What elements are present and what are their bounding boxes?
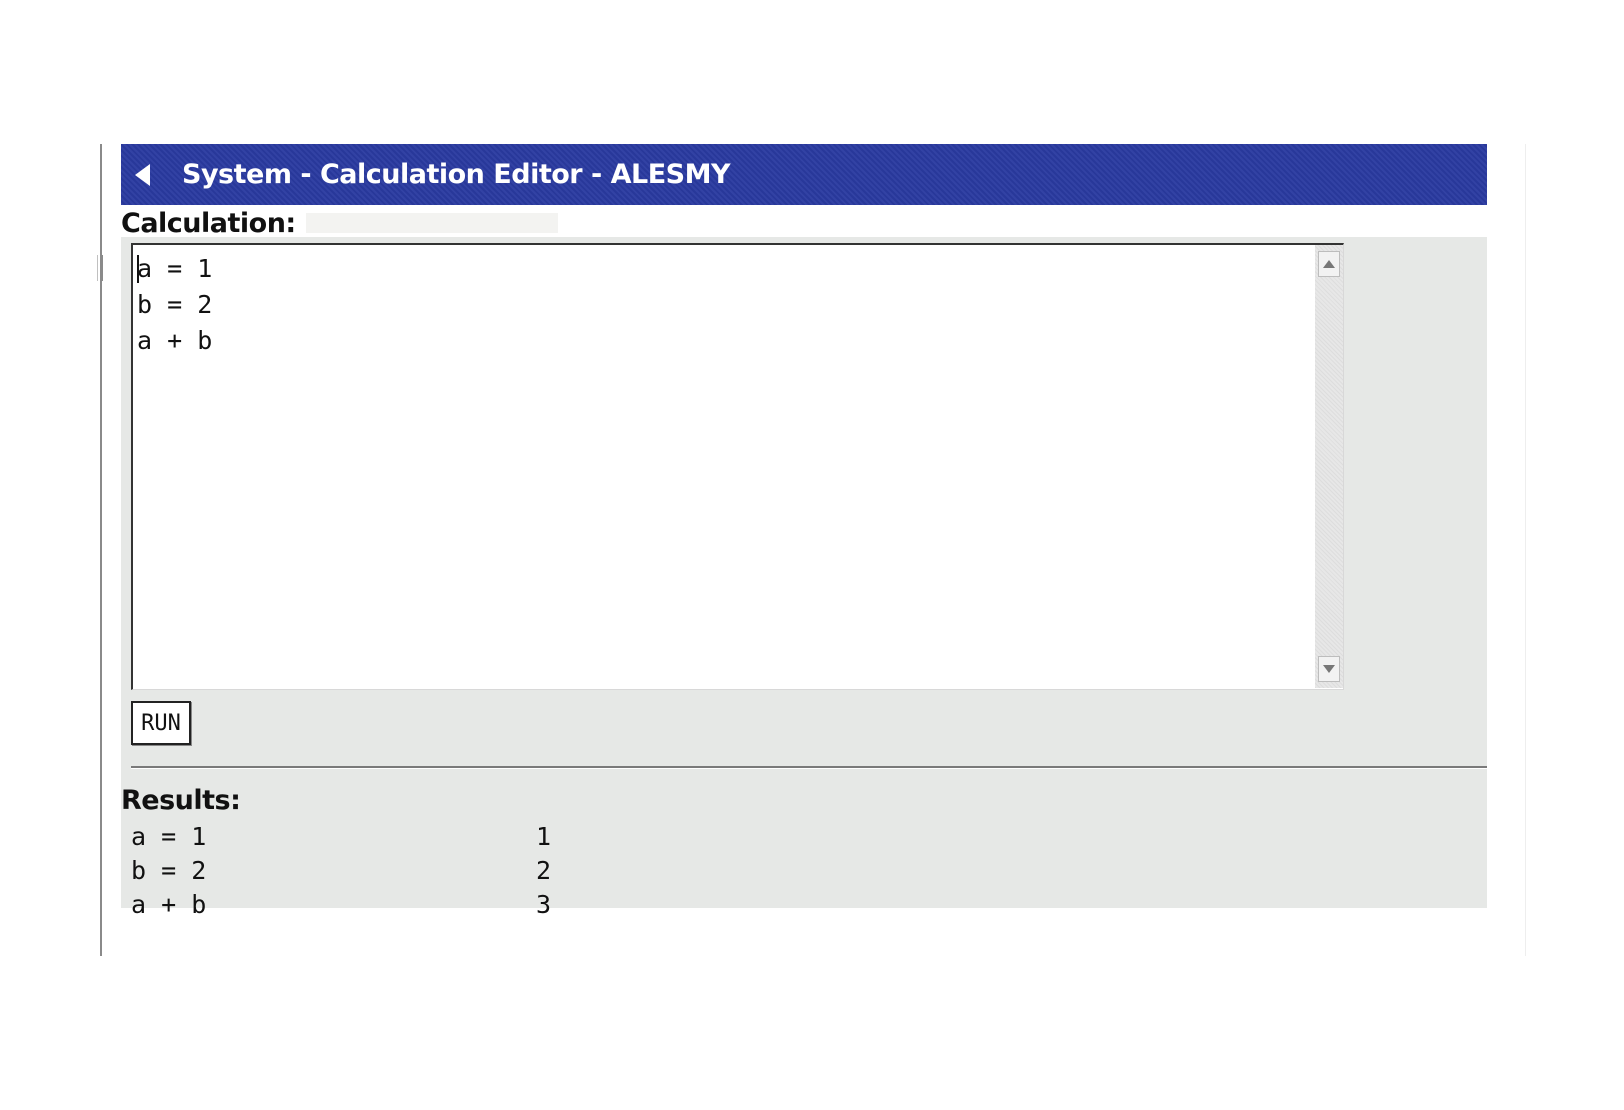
calculation-label-row: Calculation: bbox=[121, 205, 1487, 241]
scroll-up-button[interactable] bbox=[1318, 251, 1340, 277]
result-value: 3 bbox=[536, 890, 552, 919]
result-expression: b = 2 bbox=[131, 856, 207, 885]
right-frame-edge bbox=[1525, 144, 1526, 956]
back-arrow-icon[interactable] bbox=[135, 163, 150, 186]
results-row: a = 1 1 bbox=[131, 820, 731, 854]
run-button[interactable]: RUN bbox=[131, 701, 191, 745]
vertical-scrollbar[interactable] bbox=[1315, 245, 1343, 688]
page: System - Calculation Editor - ALESMY Cal… bbox=[0, 0, 1624, 1110]
calculation-textarea[interactable]: a = 1 b = 2 a + b bbox=[133, 245, 1313, 688]
calculation-editor: a = 1 b = 2 a + b bbox=[131, 243, 1344, 690]
left-frame-tick bbox=[97, 255, 103, 281]
result-value: 2 bbox=[536, 856, 552, 885]
results-label: Results: bbox=[121, 785, 241, 816]
results-row: b = 2 2 bbox=[131, 854, 731, 888]
text-caret bbox=[137, 255, 139, 283]
result-expression: a = 1 bbox=[131, 822, 207, 851]
scroll-down-button[interactable] bbox=[1318, 656, 1340, 682]
result-expression: a + b bbox=[131, 890, 207, 919]
results-row: a + b 3 bbox=[131, 888, 731, 922]
scroll-down-arrow-icon bbox=[1323, 665, 1335, 673]
title-bar: System - Calculation Editor - ALESMY bbox=[121, 144, 1487, 205]
calculation-editor-window: System - Calculation Editor - ALESMY Cal… bbox=[121, 144, 1487, 919]
scroll-up-arrow-icon bbox=[1323, 260, 1335, 268]
section-divider bbox=[131, 766, 1487, 769]
calculation-name-field[interactable] bbox=[305, 213, 558, 233]
editor-panel: a = 1 b = 2 a + b RUN Results: a = 1 1 b… bbox=[121, 237, 1487, 919]
window-title: System - Calculation Editor - ALESMY bbox=[182, 159, 731, 190]
results-table: a = 1 1 b = 2 2 a + b 3 bbox=[131, 820, 731, 922]
result-value: 1 bbox=[536, 822, 552, 851]
calculation-label: Calculation: bbox=[121, 207, 296, 239]
